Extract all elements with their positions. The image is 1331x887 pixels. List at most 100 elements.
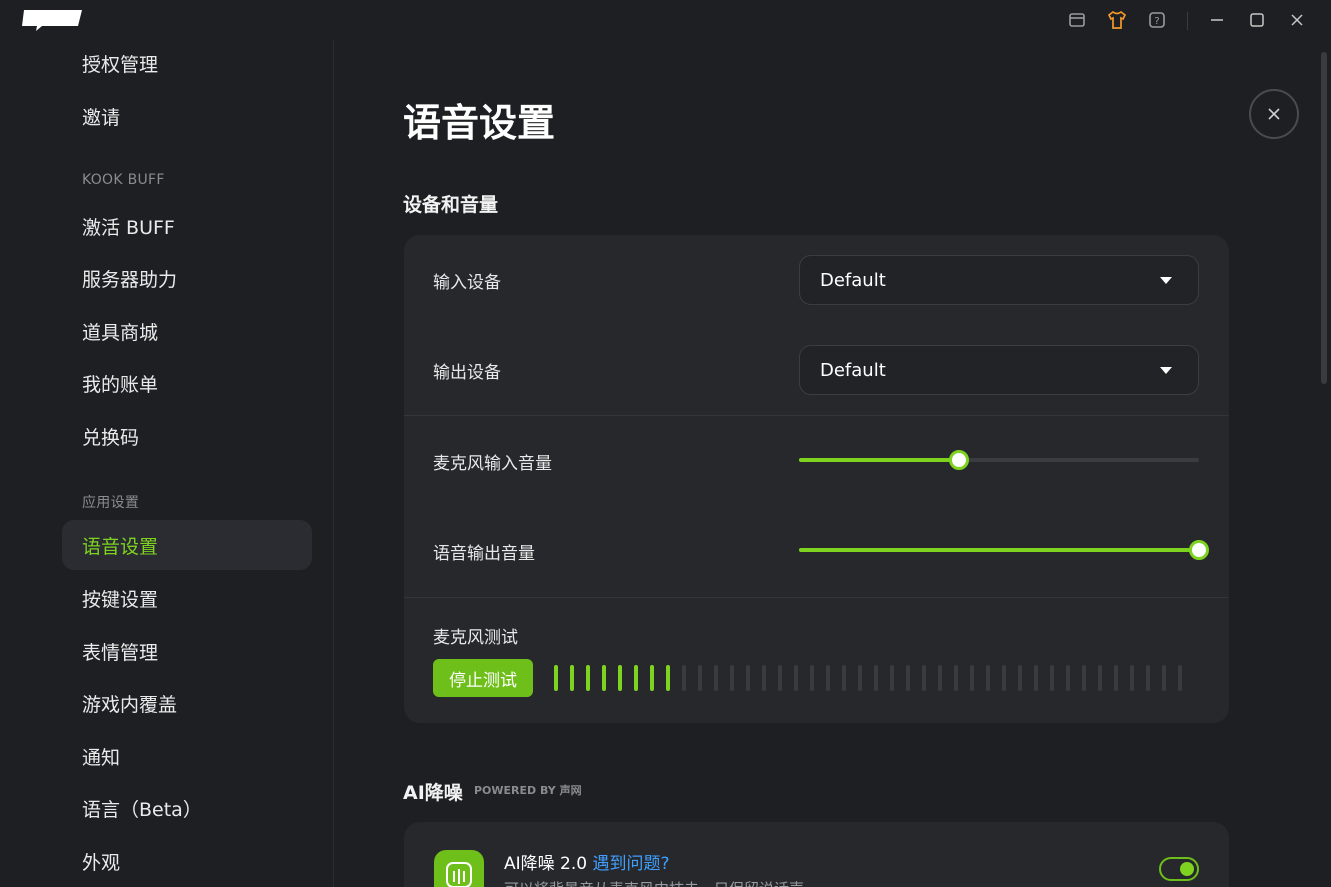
meter-bar <box>1066 665 1070 691</box>
output-device-value: Default <box>820 359 886 381</box>
meter-bar <box>634 665 638 691</box>
output-volume-label: 语音输出音量 <box>433 544 535 564</box>
input-device-value: Default <box>820 269 886 291</box>
meter-bar <box>698 665 702 691</box>
sidebar-item-label: 按键设置 <box>82 588 159 611</box>
sidebar-item-label: 语言（Beta） <box>82 798 202 821</box>
sidebar-item-label: 服务器助力 <box>82 268 178 291</box>
sidebar-item-authorization[interactable]: 授权管理 <box>62 38 312 88</box>
meter-bar <box>858 665 862 691</box>
meter-bar <box>762 665 766 691</box>
ai-denoise-toggle[interactable] <box>1159 857 1199 881</box>
help-icon[interactable]: ? <box>1147 10 1167 30</box>
ai-denoise-description: 可以将背景音从麦克风中抹去，只保留说话声 <box>504 878 804 887</box>
titlebar-separator <box>1187 12 1188 30</box>
section-title-ai-denoise: AI降噪 <box>403 782 463 804</box>
sidebar-item-game-overlay[interactable]: 游戏内覆盖 <box>62 678 312 728</box>
sidebar-item-label: 道具商城 <box>82 321 159 344</box>
output-device-label: 输出设备 <box>433 363 501 383</box>
output-device-select[interactable]: Default <box>799 345 1199 395</box>
mic-volume-label: 麦克风输入音量 <box>433 454 552 474</box>
shop-icon[interactable] <box>1067 10 1087 30</box>
meter-bar <box>682 665 686 691</box>
sidebar-item-redeem-code[interactable]: 兑换码 <box>62 411 312 461</box>
meter-bar <box>586 665 590 691</box>
meter-bar <box>1130 665 1134 691</box>
mic-level-meter <box>554 665 1194 691</box>
meter-bar <box>1002 665 1006 691</box>
ai-denoise-icon <box>434 850 484 887</box>
title-bar: ? <box>0 0 1331 40</box>
meter-bar <box>810 665 814 691</box>
meter-bar <box>826 665 830 691</box>
stop-test-button[interactable]: 停止测试 <box>433 659 533 697</box>
sidebar-item-notifications[interactable]: 通知 <box>62 731 312 781</box>
meter-bar <box>890 665 894 691</box>
meter-bar <box>1018 665 1022 691</box>
input-device-select[interactable]: Default <box>799 255 1199 305</box>
output-volume-fill <box>799 548 1199 552</box>
meter-bar <box>922 665 926 691</box>
meter-bar <box>1098 665 1102 691</box>
meter-bar <box>666 665 670 691</box>
meter-bar <box>1162 665 1166 691</box>
sidebar-item-appearance[interactable]: 外观 <box>62 836 312 886</box>
sidebar-item-activate-buff[interactable]: 激活 BUFF <box>62 201 312 251</box>
meter-bar <box>730 665 734 691</box>
minimize-icon[interactable] <box>1207 10 1227 30</box>
ai-denoise-title: AI降噪 2.0 <box>504 854 588 874</box>
toggle-knob <box>1180 862 1194 876</box>
input-device-label: 输入设备 <box>433 273 501 293</box>
sidebar-item-label: 通知 <box>82 746 121 769</box>
mic-volume-fill <box>799 458 959 462</box>
meter-bar <box>1114 665 1118 691</box>
meter-bar <box>1082 665 1086 691</box>
kook-logo <box>22 8 84 32</box>
meter-bar <box>650 665 654 691</box>
sidebar-item-label: 授权管理 <box>82 53 159 76</box>
meter-bar <box>554 665 558 691</box>
sidebar-item-invite[interactable]: 邀请 <box>62 91 312 141</box>
sidebar-item-voice-settings[interactable]: 语音设置 <box>62 520 312 570</box>
ai-denoise-name: AI降噪 2.0 遇到问题? <box>504 849 670 874</box>
sidebar-item-label: 游戏内覆盖 <box>82 693 178 716</box>
close-window-icon[interactable] <box>1287 10 1307 30</box>
ai-problem-link[interactable]: 遇到问题? <box>593 854 670 874</box>
meter-bar <box>714 665 718 691</box>
sidebar-item-item-shop[interactable]: 道具商城 <box>62 306 312 356</box>
mic-volume-thumb[interactable] <box>949 450 969 470</box>
svg-text:?: ? <box>1154 16 1159 27</box>
main-scrollbar[interactable] <box>1321 52 1327 384</box>
meter-bar <box>1146 665 1150 691</box>
sidebar-item-my-bills[interactable]: 我的账单 <box>62 358 312 408</box>
maximize-icon[interactable] <box>1247 10 1267 30</box>
settings-sidebar: 授权管理 邀请 KOOK BUFF 激活 BUFF 服务器助力 道具商城 我的账… <box>0 40 334 887</box>
meter-bar <box>1050 665 1054 691</box>
meter-bar <box>842 665 846 691</box>
meter-bar <box>986 665 990 691</box>
mic-volume-slider[interactable] <box>799 450 1199 470</box>
sidebar-item-keybinds[interactable]: 按键设置 <box>62 573 312 623</box>
voice-settings-panel: 语音设置 设备和音量 输入设备 Default 输出设备 Default 麦克风… <box>335 40 1331 887</box>
sidebar-item-label: 我的账单 <box>82 373 159 396</box>
close-settings-button[interactable] <box>1249 89 1299 139</box>
meter-bar <box>874 665 878 691</box>
sidebar-item-language[interactable]: 语言（Beta） <box>62 783 312 833</box>
output-volume-slider[interactable] <box>799 540 1209 560</box>
close-icon <box>1268 108 1280 120</box>
meter-bar <box>746 665 750 691</box>
sidebar-item-label: 兑换码 <box>82 426 140 449</box>
sidebar-item-server-boost[interactable]: 服务器助力 <box>62 253 312 303</box>
meter-bar <box>970 665 974 691</box>
sidebar-item-label: 邀请 <box>82 106 121 129</box>
output-volume-thumb[interactable] <box>1189 540 1209 560</box>
chevron-down-icon <box>1160 277 1172 284</box>
sidebar-item-label: 激活 BUFF <box>82 216 175 239</box>
meter-bar <box>1034 665 1038 691</box>
shirt-icon[interactable] <box>1107 10 1127 30</box>
powered-by-label: POWERED BY 声网 <box>474 784 582 797</box>
ai-denoise-card: AI降噪 2.0 遇到问题? 可以将背景音从麦克风中抹去，只保留说话声 <box>404 822 1229 887</box>
sidebar-group-app-settings: 应用设置 <box>82 495 140 511</box>
sidebar-item-emoji[interactable]: 表情管理 <box>62 626 312 676</box>
sidebar-item-label: 语音设置 <box>82 535 159 558</box>
